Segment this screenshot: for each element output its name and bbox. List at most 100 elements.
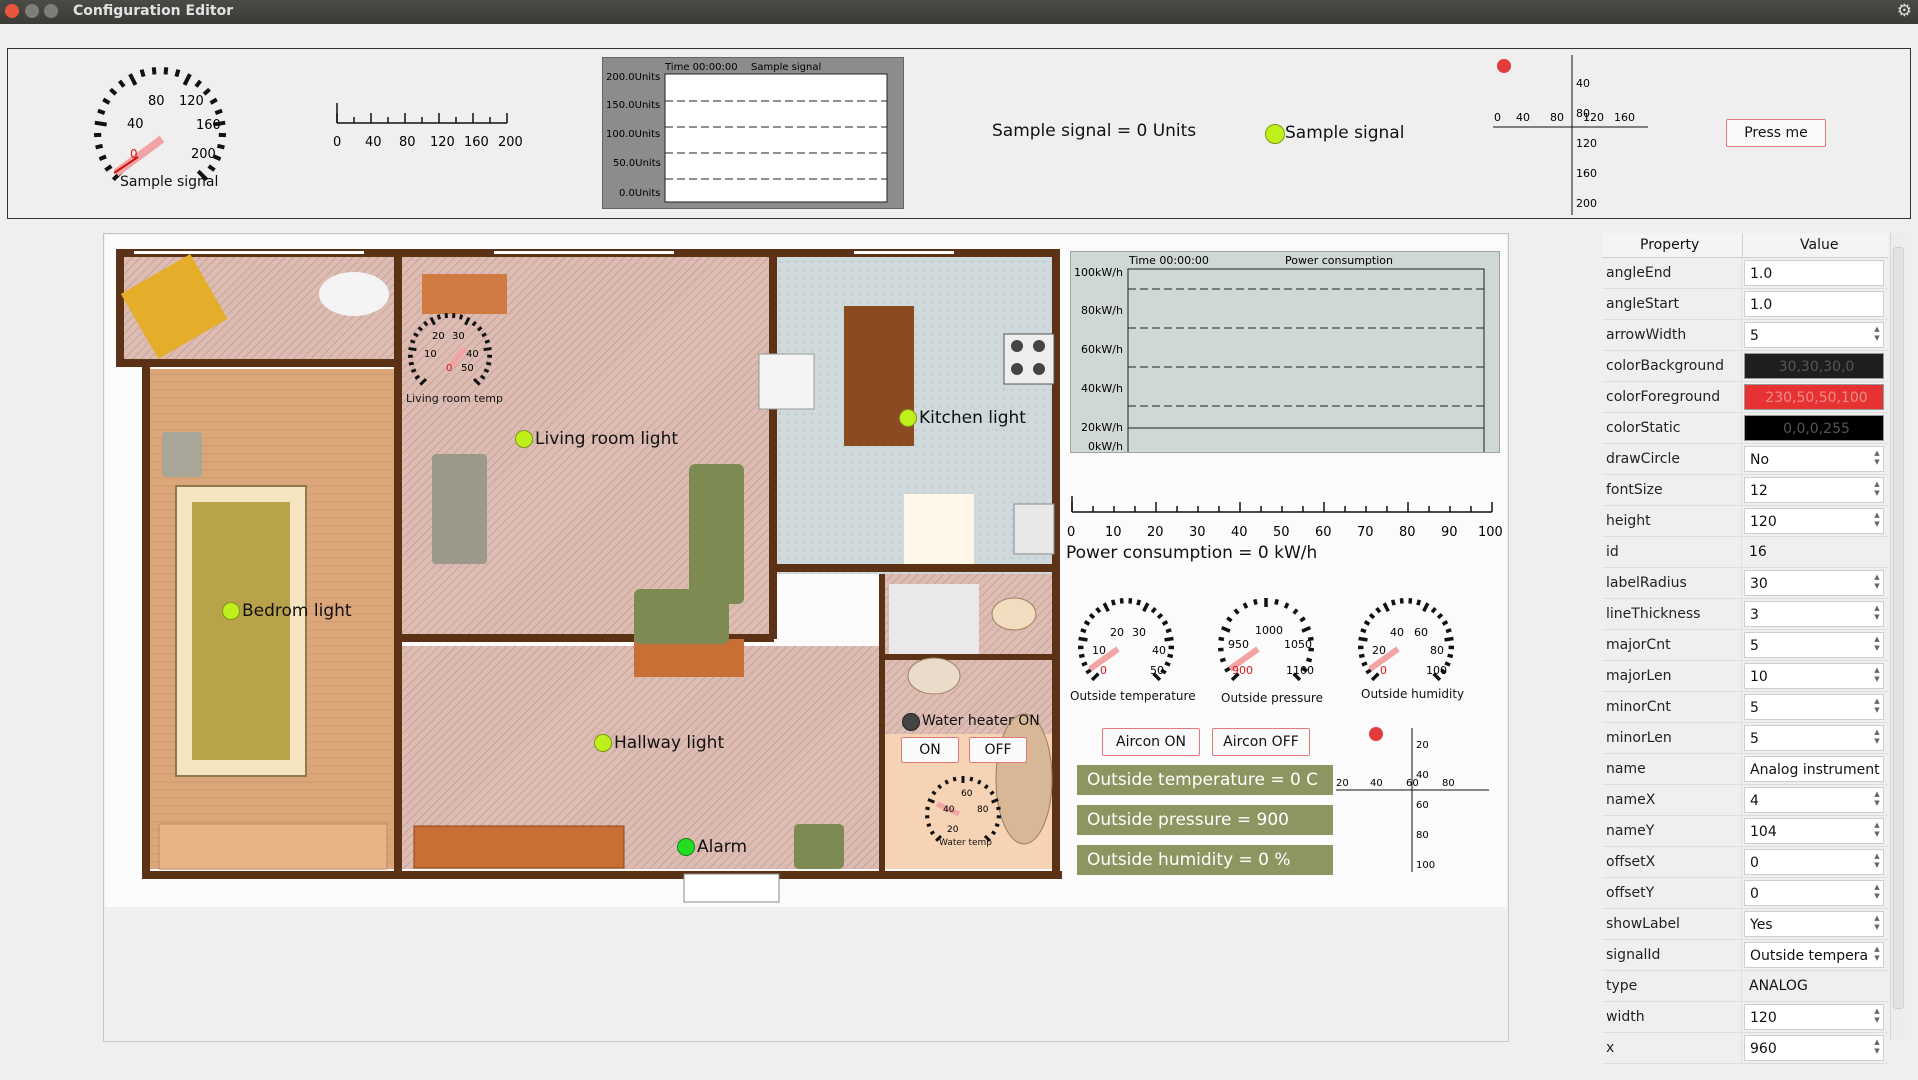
sample-signal-plot[interactable]: Time 00:00:00 Sample signal 200.0Units 1… (602, 57, 904, 209)
gauge-tick-mark (969, 776, 974, 782)
spin-arrows-icon[interactable]: ▲ ▼ (1873, 325, 1881, 343)
property-value-field[interactable]: 3 ▲ ▼ (1744, 601, 1884, 627)
property-value-field[interactable]: 120 ▲ ▼ (1744, 1004, 1884, 1030)
press-me-button[interactable]: Press me (1726, 119, 1826, 147)
property-value: Yes (1750, 917, 1773, 933)
scale-tick: 200 (498, 135, 523, 150)
property-row: offsetY 0 ▲ ▼ (1602, 878, 1888, 909)
outside-humidity-gauge[interactable]: 0 20 40 60 80 100 (1350, 594, 1470, 694)
spin-arrows-icon[interactable]: ▲ ▼ (1873, 1038, 1881, 1056)
spin-arrows-icon[interactable]: ▲ ▼ (1873, 883, 1881, 901)
xy-tick: 100 (1416, 860, 1435, 871)
spin-arrows-icon[interactable]: ▲ ▼ (1873, 449, 1881, 467)
window-title: Configuration Editor (73, 3, 234, 19)
spin-arrows-icon[interactable]: ▲ ▼ (1873, 666, 1881, 684)
water-heater-led[interactable] (902, 713, 920, 731)
minimize-window-button[interactable] (25, 4, 39, 18)
property-value-field[interactable]: 5 ▲ ▼ (1744, 725, 1884, 751)
property-value-field[interactable]: 1.0 (1744, 291, 1884, 317)
property-value-field[interactable]: 10 ▲ ▼ (1744, 663, 1884, 689)
spin-arrows-icon[interactable]: ▲ ▼ (1873, 1007, 1881, 1025)
property-scrollbar[interactable] (1890, 233, 1905, 1040)
spin-arrows-icon[interactable]: ▲ ▼ (1873, 945, 1881, 963)
spin-arrows-icon[interactable]: ▲ ▼ (1873, 821, 1881, 839)
aircon-off-button[interactable]: Aircon OFF (1212, 728, 1310, 756)
spin-arrows-icon[interactable]: ▲ ▼ (1873, 852, 1881, 870)
property-value-field[interactable]: 5 ▲ ▼ (1744, 694, 1884, 720)
gauge-tick-mark (1390, 599, 1396, 606)
property-value-field[interactable]: Analog instrument (1744, 756, 1884, 782)
property-value: 5 (1750, 328, 1759, 344)
hallway-light-led[interactable] (594, 734, 612, 752)
property-value-field[interactable]: 12 ▲ ▼ (1744, 477, 1884, 503)
water-heater-off-button[interactable]: OFF (969, 737, 1027, 763)
sample-signal-linear-scale[interactable]: 0 40 80 120 160 200 (328, 101, 528, 161)
property-value-field[interactable]: 5 ▲ ▼ (1744, 632, 1884, 658)
close-window-button[interactable] (5, 4, 19, 18)
gauge-tick-mark (1164, 636, 1174, 642)
property-value-field[interactable]: 0 ▲ ▼ (1744, 880, 1884, 906)
gear-icon[interactable]: ⚙ (1897, 1, 1912, 21)
gauge-tick-mark (1436, 612, 1444, 620)
gauge-tick: 120 (179, 94, 204, 109)
spin-arrows-icon[interactable]: ▲ ▼ (1873, 790, 1881, 808)
sample-signal-led[interactable] (1265, 124, 1285, 144)
property-value-field[interactable]: 120 ▲ ▼ (1744, 508, 1884, 534)
spin-arrows-icon[interactable]: ▲ ▼ (1873, 573, 1881, 591)
spin-arrows-icon[interactable]: ▲ ▼ (1873, 604, 1881, 622)
spin-arrows-icon[interactable]: ▲ ▼ (1873, 480, 1881, 498)
property-value-field[interactable]: 1.0 (1744, 260, 1884, 286)
gauge-tick-mark (1368, 612, 1376, 620)
gauge-tick-mark (485, 361, 492, 366)
gauge-tick-mark (991, 798, 999, 804)
spin-arrows-icon[interactable]: ▲ ▼ (1873, 728, 1881, 746)
outside-xy-indicator[interactable]: 20 40 60 80 20 40 60 80 100 (1334, 722, 1494, 877)
gauge-tick-mark (1408, 598, 1413, 604)
property-value-field[interactable]: 104 ▲ ▼ (1744, 818, 1884, 844)
aircon-on-button[interactable]: Aircon ON (1102, 728, 1200, 756)
bedroom-light-led[interactable] (222, 602, 240, 620)
maximize-window-button[interactable] (44, 4, 58, 18)
property-row: lineThickness 3 ▲ ▼ (1602, 599, 1888, 630)
living-room-temp-gauge[interactable]: 0 10 20 30 40 50 (404, 309, 504, 404)
kitchen-light-label: Kitchen light (919, 408, 1026, 428)
spin-arrows-icon[interactable]: ▲ ▼ (1873, 511, 1881, 529)
property-value-field[interactable]: 30,30,30,0 (1744, 353, 1884, 379)
xy-tick: 60 (1416, 800, 1429, 811)
living-room-light-led[interactable] (515, 430, 533, 448)
property-value-field[interactable]: 30 ▲ ▼ (1744, 570, 1884, 596)
spin-arrows-icon[interactable]: ▲ ▼ (1873, 697, 1881, 715)
property-row: signalId Outside tempera ▲ ▼ (1602, 940, 1888, 971)
gauge-tick-mark (98, 154, 107, 162)
spin-arrows-icon[interactable]: ▲ ▼ (1873, 635, 1881, 653)
gauge-tick: 1000 (1255, 624, 1283, 637)
property-value-field[interactable]: 0 ▲ ▼ (1744, 849, 1884, 875)
property-value-field[interactable]: 230,50,50,100 (1744, 384, 1884, 410)
kitchen-light-led[interactable] (899, 409, 917, 427)
property-value-field[interactable]: 4 ▲ ▼ (1744, 787, 1884, 813)
gauge-tick-mark (1226, 616, 1233, 623)
gauge-tick-mark (1090, 672, 1100, 682)
outside-temperature-gauge[interactable]: 0 10 20 30 40 50 (1070, 594, 1190, 694)
property-value-field[interactable]: 960 ▲ ▼ (1744, 1035, 1884, 1061)
gauge-tick-mark (931, 790, 937, 796)
gauge-tick-mark (1253, 598, 1258, 605)
property-value-field[interactable]: No ▲ ▼ (1744, 446, 1884, 472)
property-value-field[interactable]: Outside tempera ▲ ▼ (1744, 942, 1884, 968)
water-heater-label: Water heater ON (922, 713, 1040, 729)
water-heater-on-button[interactable]: ON (901, 737, 959, 763)
gauge-tick-mark (1220, 626, 1231, 633)
property-value-field[interactable]: 5 ▲ ▼ (1744, 322, 1884, 348)
scrollbar-thumb[interactable] (1893, 247, 1904, 1009)
property-value-field[interactable]: 0,0,0,255 (1744, 415, 1884, 441)
xy-indicator[interactable]: 0 40 80 120 160 40 80 120 160 200 (1488, 55, 1668, 220)
gauge-tick-mark (109, 87, 118, 96)
spin-arrows-icon[interactable]: ▲ ▼ (1873, 914, 1881, 932)
alarm-led[interactable] (677, 838, 695, 856)
property-value-field[interactable]: Yes ▲ ▼ (1744, 911, 1884, 937)
gauge-tick-mark (151, 67, 157, 75)
outside-pressure-gauge[interactable]: 900 950 1000 1050 1100 (1210, 594, 1330, 694)
gauge-tick-mark (1142, 602, 1150, 613)
power-linear-scale[interactable]: 0 10 20 30 40 50 60 70 80 90 100 (1064, 494, 1504, 549)
power-consumption-plot[interactable]: Time 00:00:00 Power consumption 100kW/h … (1070, 251, 1500, 468)
